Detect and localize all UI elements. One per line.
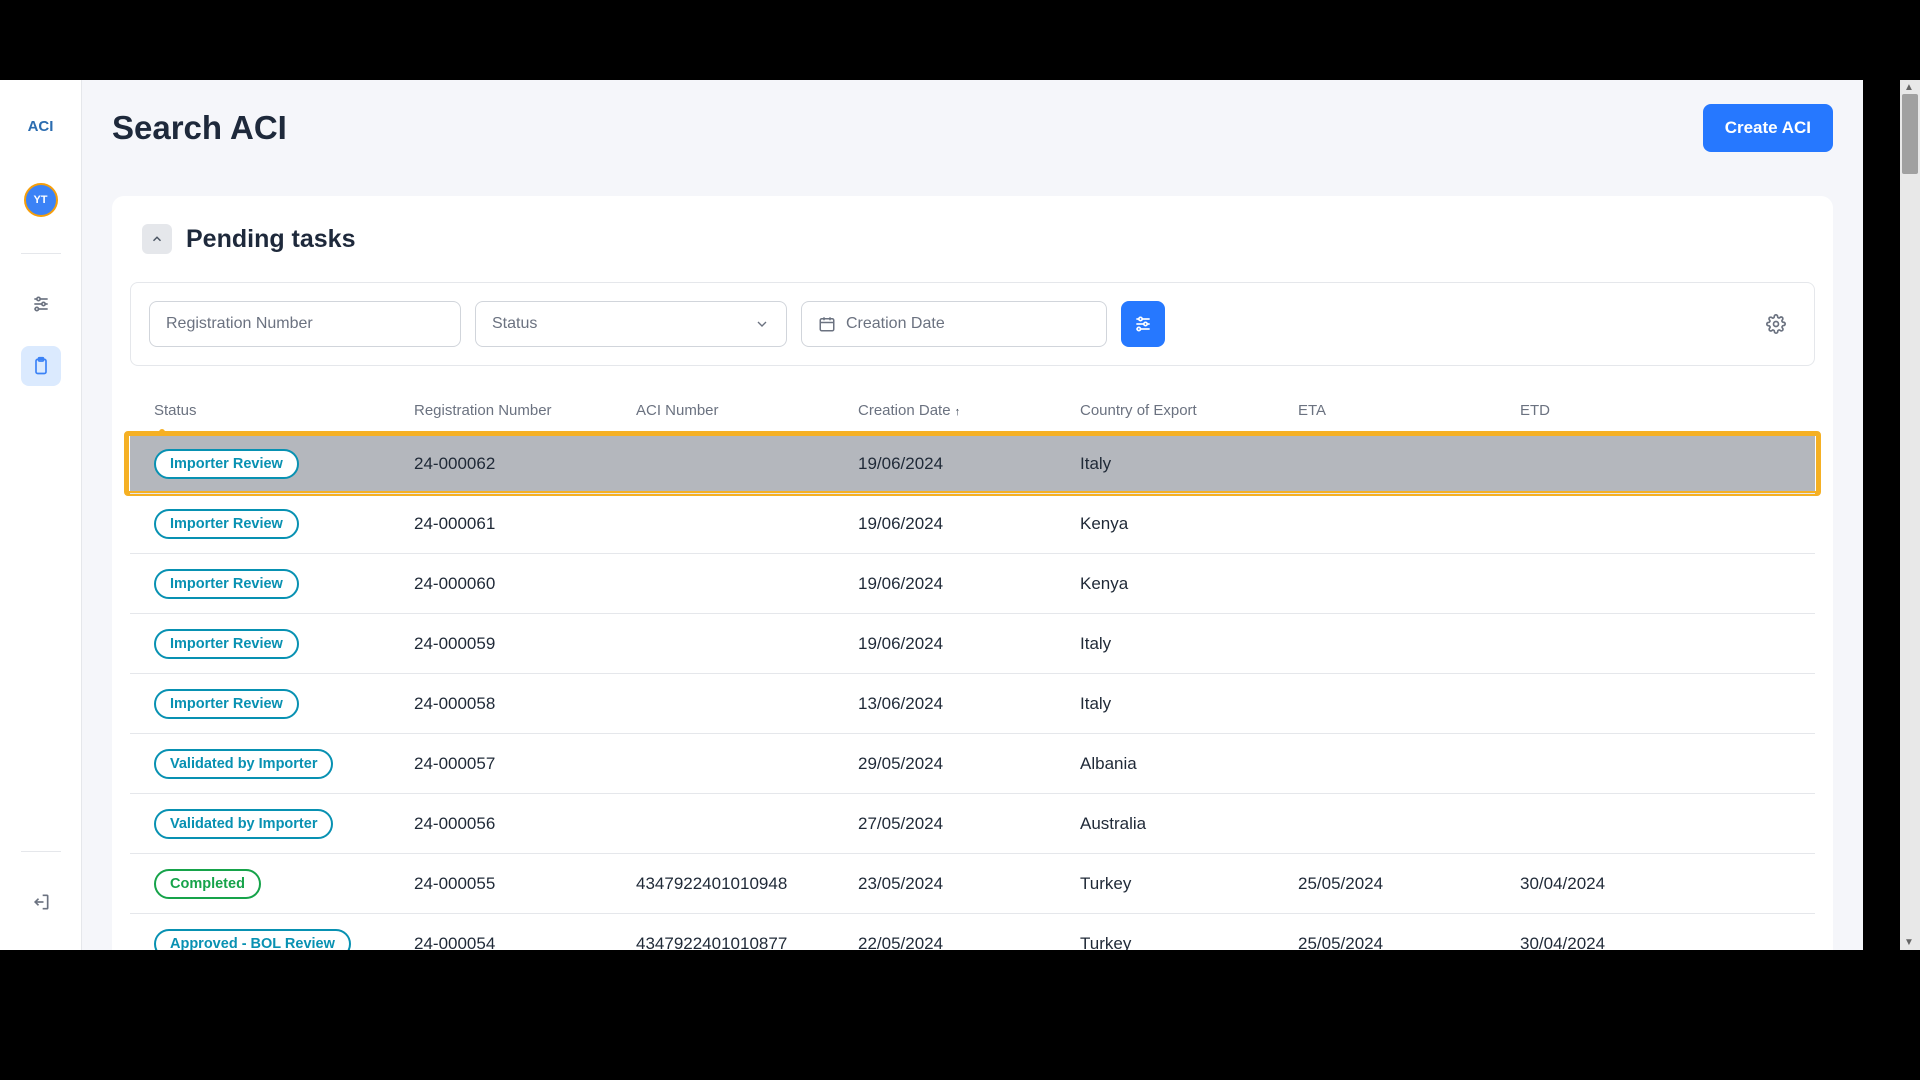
table-row[interactable]: Importer Review 24-000058 13/06/2024Italy xyxy=(130,673,1815,733)
status-badge: Importer Review xyxy=(154,569,299,599)
scrollbar[interactable]: ▲ ▼ xyxy=(1900,80,1920,950)
cell-registration: 24-000055 xyxy=(414,874,636,894)
cell-date: 19/06/2024 xyxy=(858,634,1080,654)
status-badge: Importer Review xyxy=(154,689,299,719)
collapse-button[interactable] xyxy=(142,224,172,254)
table-row[interactable]: Validated by Importer 24-000056 27/05/2024… xyxy=(130,793,1815,853)
cell-registration: 24-000060 xyxy=(414,574,636,594)
cell-eta: 25/05/2024 xyxy=(1298,874,1520,894)
card-title: Pending tasks xyxy=(186,225,356,254)
tasks-table: Status Registration Number ACI Number Cr… xyxy=(130,388,1815,950)
cell-date: 22/05/2024 xyxy=(858,934,1080,951)
cell-country: Albania xyxy=(1080,754,1298,774)
table-row[interactable]: Completed 24-000055434792240101094823/05/… xyxy=(130,853,1815,913)
sort-indicator: ↑ xyxy=(955,406,961,418)
page-header: Search ACI Create ACI xyxy=(112,104,1833,152)
cell-aci: 4347922401010877 xyxy=(636,934,858,951)
sidebar-divider xyxy=(21,253,61,254)
calendar-icon xyxy=(818,315,836,333)
clipboard-icon[interactable] xyxy=(21,346,61,386)
column-registration[interactable]: Registration Number xyxy=(414,402,636,419)
cell-country: Italy xyxy=(1080,454,1298,474)
cell-registration: 24-000058 xyxy=(414,694,636,714)
column-etd[interactable]: ETD xyxy=(1520,402,1791,419)
creation-date-input[interactable]: Creation Date xyxy=(801,301,1107,347)
column-eta[interactable]: ETA xyxy=(1298,402,1520,419)
table-settings-button[interactable] xyxy=(1764,312,1788,336)
scroll-down-icon[interactable]: ▼ xyxy=(1904,937,1914,948)
cell-date: 19/06/2024 xyxy=(858,574,1080,594)
avatar[interactable]: YT xyxy=(24,183,58,217)
cell-etd: 30/04/2024 xyxy=(1520,874,1791,894)
date-placeholder: Creation Date xyxy=(846,315,945,333)
column-status[interactable]: Status xyxy=(154,402,414,419)
cell-registration: 24-000061 xyxy=(414,514,636,534)
sliders-icon[interactable] xyxy=(21,284,61,324)
table-row[interactable]: Validated by Importer 24-000057 29/05/2024… xyxy=(130,733,1815,793)
status-badge: Approved - BOL Review xyxy=(154,929,351,951)
cell-date: 19/06/2024 xyxy=(858,514,1080,534)
cell-country: Italy xyxy=(1080,694,1298,714)
pending-tasks-card: Pending tasks Status Creation Date xyxy=(112,196,1833,950)
column-creation-date[interactable]: Creation Date↑ xyxy=(858,402,1080,419)
table-row[interactable]: Importer Review 24-000059 19/06/2024Italy xyxy=(130,613,1815,673)
registration-number-input[interactable] xyxy=(149,301,461,347)
page-title: Search ACI xyxy=(112,109,287,147)
cell-registration: 24-000057 xyxy=(414,754,636,774)
filter-apply-button[interactable] xyxy=(1121,301,1165,347)
sidebar-divider-bottom xyxy=(21,851,61,852)
logo: ACI xyxy=(28,118,54,135)
sidebar: ACI YT xyxy=(0,80,82,950)
status-select[interactable]: Status xyxy=(475,301,787,347)
cell-country: Australia xyxy=(1080,814,1298,834)
cell-country: Kenya xyxy=(1080,574,1298,594)
cell-country: Kenya xyxy=(1080,514,1298,534)
scroll-up-icon[interactable]: ▲ xyxy=(1904,82,1914,93)
cell-aci: 4347922401010948 xyxy=(636,874,858,894)
status-placeholder: Status xyxy=(492,315,537,333)
table-body: Importer Review24-00006219/06/2024ItalyI… xyxy=(130,433,1815,950)
card-header: Pending tasks xyxy=(112,224,1833,254)
sliders-icon xyxy=(1133,314,1153,334)
create-aci-button[interactable]: Create ACI xyxy=(1703,104,1833,152)
main-content: Search ACI Create ACI Pending tasks Stat… xyxy=(82,80,1863,950)
viewport: ACI YT Search ACI Create ACI xyxy=(0,0,1920,1080)
scrollbar-thumb[interactable] xyxy=(1902,94,1918,174)
table-row[interactable]: Importer Review 24-000061 19/06/2024Kenya xyxy=(130,493,1815,553)
status-badge: Importer Review xyxy=(154,509,299,539)
status-badge: Validated by Importer xyxy=(154,749,333,779)
cell-registration: 24-000059 xyxy=(414,634,636,654)
cell-date: 27/05/2024 xyxy=(858,814,1080,834)
table-row[interactable]: Importer Review 24-000062 19/06/2024Italy xyxy=(130,433,1815,493)
table-header: Status Registration Number ACI Number Cr… xyxy=(130,388,1815,433)
status-badge: Completed xyxy=(154,869,261,899)
cell-country: Turkey xyxy=(1080,934,1298,951)
cell-registration: 24-000062 xyxy=(414,454,636,474)
column-aci-number[interactable]: ACI Number xyxy=(636,402,858,419)
logout-icon[interactable] xyxy=(21,882,61,922)
cell-registration: 24-000056 xyxy=(414,814,636,834)
status-badge: Importer Review xyxy=(154,629,299,659)
app-window: ACI YT Search ACI Create ACI xyxy=(0,80,1863,950)
filter-bar: Status Creation Date xyxy=(130,282,1815,366)
cell-country: Italy xyxy=(1080,634,1298,654)
cell-etd: 30/04/2024 xyxy=(1520,934,1791,951)
cell-eta: 25/05/2024 xyxy=(1298,934,1520,951)
column-country[interactable]: Country of Export xyxy=(1080,402,1298,419)
gear-icon xyxy=(1766,314,1786,334)
cell-date: 23/05/2024 xyxy=(858,874,1080,894)
chevron-down-icon xyxy=(754,316,770,332)
cell-country: Turkey xyxy=(1080,874,1298,894)
cell-registration: 24-000054 xyxy=(414,934,636,951)
cell-date: 19/06/2024 xyxy=(858,454,1080,474)
cell-date: 13/06/2024 xyxy=(858,694,1080,714)
status-badge: Importer Review xyxy=(154,449,299,479)
table-row[interactable]: Approved - BOL Review 24-0000544347922401… xyxy=(130,913,1815,950)
cell-date: 29/05/2024 xyxy=(858,754,1080,774)
table-row[interactable]: Importer Review 24-000060 19/06/2024Kenya xyxy=(130,553,1815,613)
status-badge: Validated by Importer xyxy=(154,809,333,839)
chevron-up-icon xyxy=(150,232,164,246)
